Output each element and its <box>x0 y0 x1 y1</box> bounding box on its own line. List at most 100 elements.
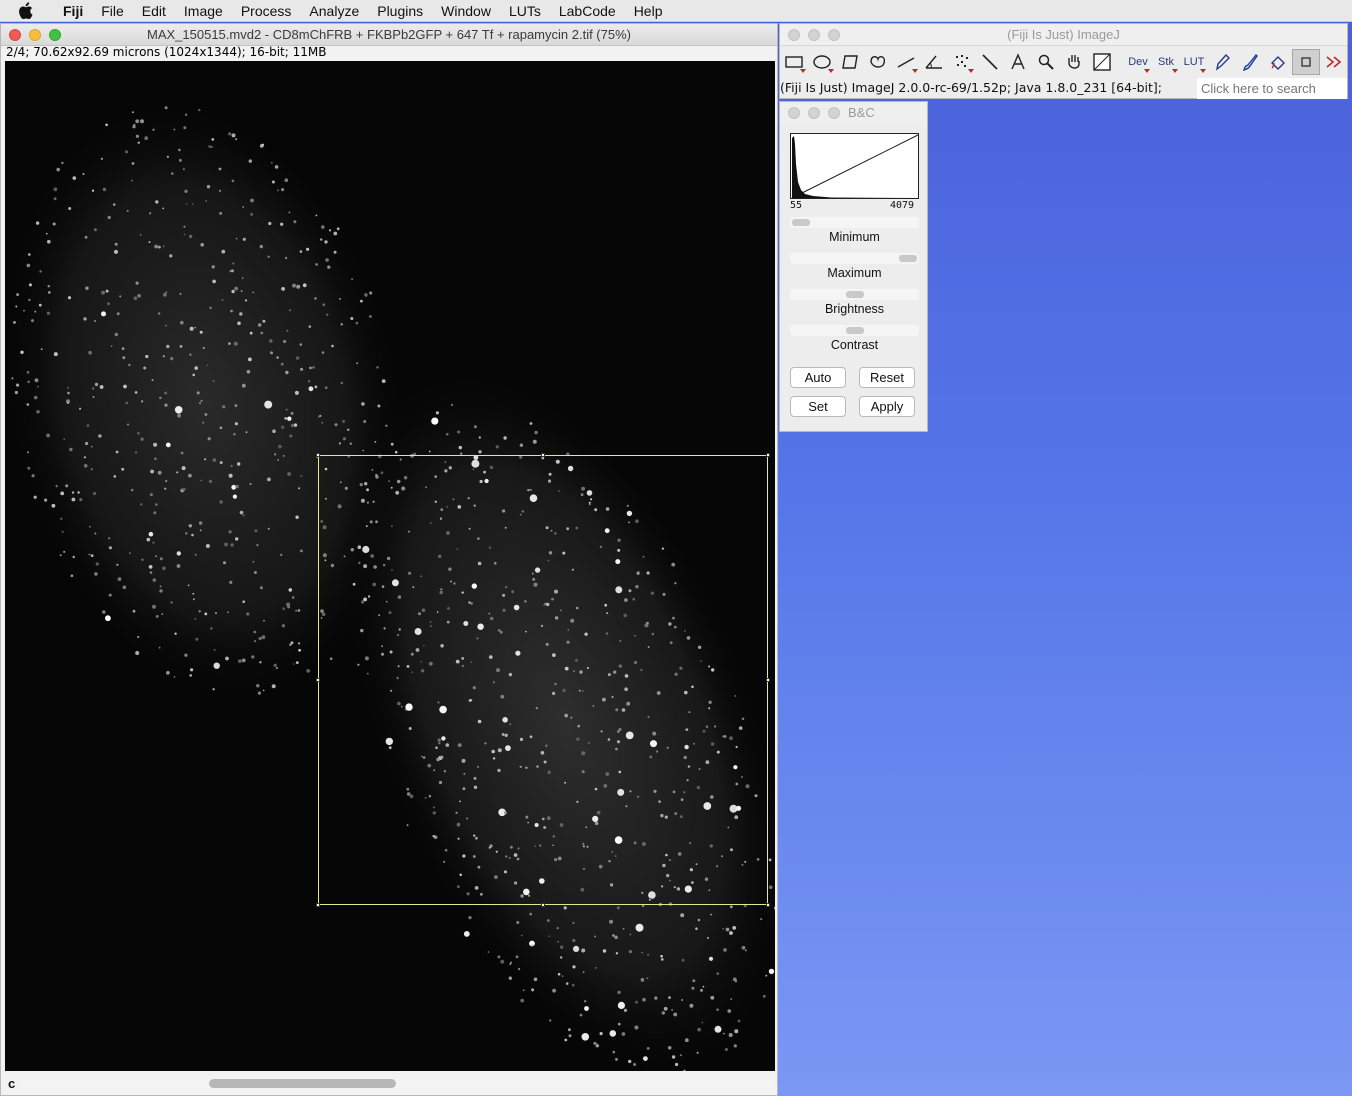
fluorescent-punctum <box>333 231 338 236</box>
minimize-window-button[interactable] <box>808 107 820 119</box>
fluorescent-punctum <box>184 653 188 657</box>
rectangle-selection[interactable] <box>316 453 770 907</box>
set-button[interactable]: Set <box>790 396 846 417</box>
roi-handle[interactable] <box>766 453 770 457</box>
menu-analyze[interactable]: Analyze <box>300 0 368 22</box>
menu-edit[interactable]: Edit <box>133 0 175 22</box>
color-picker-tool-icon[interactable] <box>1088 49 1116 75</box>
stk-tool-icon[interactable]: Stk <box>1152 49 1180 75</box>
channel-scrollbar-track[interactable] <box>21 1079 773 1088</box>
fluorescent-punctum <box>734 1029 739 1034</box>
maximum-slider[interactable] <box>790 253 919 264</box>
roi-handle[interactable] <box>766 678 770 682</box>
roi-handle[interactable] <box>541 453 545 457</box>
roi-handle[interactable] <box>316 678 320 682</box>
menu-plugins[interactable]: Plugins <box>368 0 432 22</box>
menu-app-fiji[interactable]: Fiji <box>54 0 92 22</box>
fluorescent-punctum <box>634 1025 639 1030</box>
menu-luts[interactable]: LUTs <box>500 0 550 22</box>
pencil-tool-icon[interactable] <box>1208 49 1236 75</box>
fluorescent-punctum <box>221 298 224 301</box>
zoom-window-button[interactable] <box>828 29 840 41</box>
zoom-window-button[interactable] <box>828 107 840 119</box>
wand-tool-icon[interactable] <box>976 49 1004 75</box>
minimize-window-button[interactable] <box>29 29 41 41</box>
text-tool-icon[interactable] <box>1004 49 1032 75</box>
roi-handle[interactable] <box>316 453 320 457</box>
brightness-slider-thumb[interactable] <box>845 291 864 298</box>
menu-help[interactable]: Help <box>625 0 672 22</box>
roi-handle[interactable] <box>766 903 770 907</box>
fluorescent-punctum <box>723 948 727 952</box>
line-tool-icon[interactable] <box>892 49 920 75</box>
search-input[interactable] <box>1197 78 1347 99</box>
contrast-slider-thumb[interactable] <box>845 327 864 334</box>
fluorescent-punctum <box>679 1054 682 1057</box>
rectangle-tool-icon[interactable] <box>780 49 808 75</box>
minimum-slider-thumb[interactable] <box>792 219 810 226</box>
fluorescent-punctum <box>510 961 512 964</box>
minimum-slider[interactable] <box>790 217 919 228</box>
polygon-tool-icon[interactable] <box>836 49 864 75</box>
auto-button[interactable]: Auto <box>790 367 846 388</box>
fluorescent-punctum <box>642 997 646 1002</box>
roi-handle[interactable] <box>316 903 320 907</box>
bc-titlebar[interactable]: B&C <box>780 102 927 123</box>
menu-file[interactable]: File <box>92 0 133 22</box>
image-info: 2/4; 70.62x92.69 microns (1024x1344); 16… <box>6 45 327 59</box>
angle-tool-icon[interactable] <box>920 49 948 75</box>
contrast-slider[interactable] <box>790 325 919 336</box>
brush-tool-icon[interactable] <box>1236 49 1264 75</box>
image-window-titlebar[interactable]: MAX_150515.mvd2 - CD8mChFRB + FKBPb2GFP … <box>1 24 777 46</box>
close-window-button[interactable] <box>9 29 21 41</box>
flood-fill-tool-icon[interactable] <box>1264 49 1292 75</box>
fluorescent-punctum <box>112 203 116 206</box>
fluorescent-punctum <box>36 410 40 414</box>
zoom-window-button[interactable] <box>49 29 61 41</box>
fluorescent-punctum <box>206 364 209 367</box>
brightness-slider[interactable] <box>790 289 919 300</box>
overlay-tool-icon[interactable] <box>1292 49 1320 75</box>
dev-tool-icon[interactable]: Dev <box>1124 49 1152 75</box>
freehand-tool-icon[interactable] <box>864 49 892 75</box>
oval-tool-icon[interactable] <box>808 49 836 75</box>
fluorescent-punctum <box>52 222 56 226</box>
more-tools-icon[interactable] <box>1320 49 1348 75</box>
fluorescent-punctum <box>169 254 173 258</box>
fluorescent-punctum <box>546 919 550 922</box>
fluorescent-punctum <box>267 477 271 482</box>
maximum-slider-thumb[interactable] <box>899 255 917 262</box>
apply-button[interactable]: Apply <box>859 396 915 417</box>
magnifier-tool-icon[interactable] <box>1032 49 1060 75</box>
point-tool-icon[interactable] <box>948 49 976 75</box>
menu-window[interactable]: Window <box>432 0 500 22</box>
fluorescent-punctum <box>79 407 82 410</box>
minimize-window-button[interactable] <box>808 29 820 41</box>
apple-menu-icon[interactable] <box>18 2 40 19</box>
fluorescent-punctum <box>692 979 696 983</box>
fluorescent-punctum <box>522 989 525 992</box>
channel-scrollbar-thumb[interactable] <box>209 1079 396 1088</box>
fluorescent-punctum <box>26 370 30 374</box>
close-window-button[interactable] <box>788 107 800 119</box>
fluorescent-punctum <box>306 247 310 251</box>
reset-button[interactable]: Reset <box>859 367 915 388</box>
fluorescent-punctum <box>515 955 519 959</box>
fluorescent-punctum <box>163 292 167 297</box>
fluorescent-punctum <box>681 958 685 962</box>
imagej-titlebar[interactable]: (Fiji Is Just) ImageJ <box>780 24 1347 46</box>
lut-tool-icon[interactable]: LUT <box>1180 49 1208 75</box>
hand-tool-icon[interactable] <box>1060 49 1088 75</box>
fluorescent-punctum <box>561 975 564 978</box>
fluorescent-punctum <box>240 290 243 292</box>
roi-handle[interactable] <box>541 903 545 907</box>
fluorescent-punctum <box>646 1047 650 1050</box>
fluorescent-punctum <box>79 498 83 502</box>
image-canvas[interactable] <box>5 61 775 1071</box>
menu-image[interactable]: Image <box>175 0 232 22</box>
close-window-button[interactable] <box>788 29 800 41</box>
fluorescent-punctum <box>146 537 151 542</box>
menu-process[interactable]: Process <box>232 0 301 22</box>
fluorescent-punctum <box>85 286 89 290</box>
menu-labcode[interactable]: LabCode <box>550 0 625 22</box>
